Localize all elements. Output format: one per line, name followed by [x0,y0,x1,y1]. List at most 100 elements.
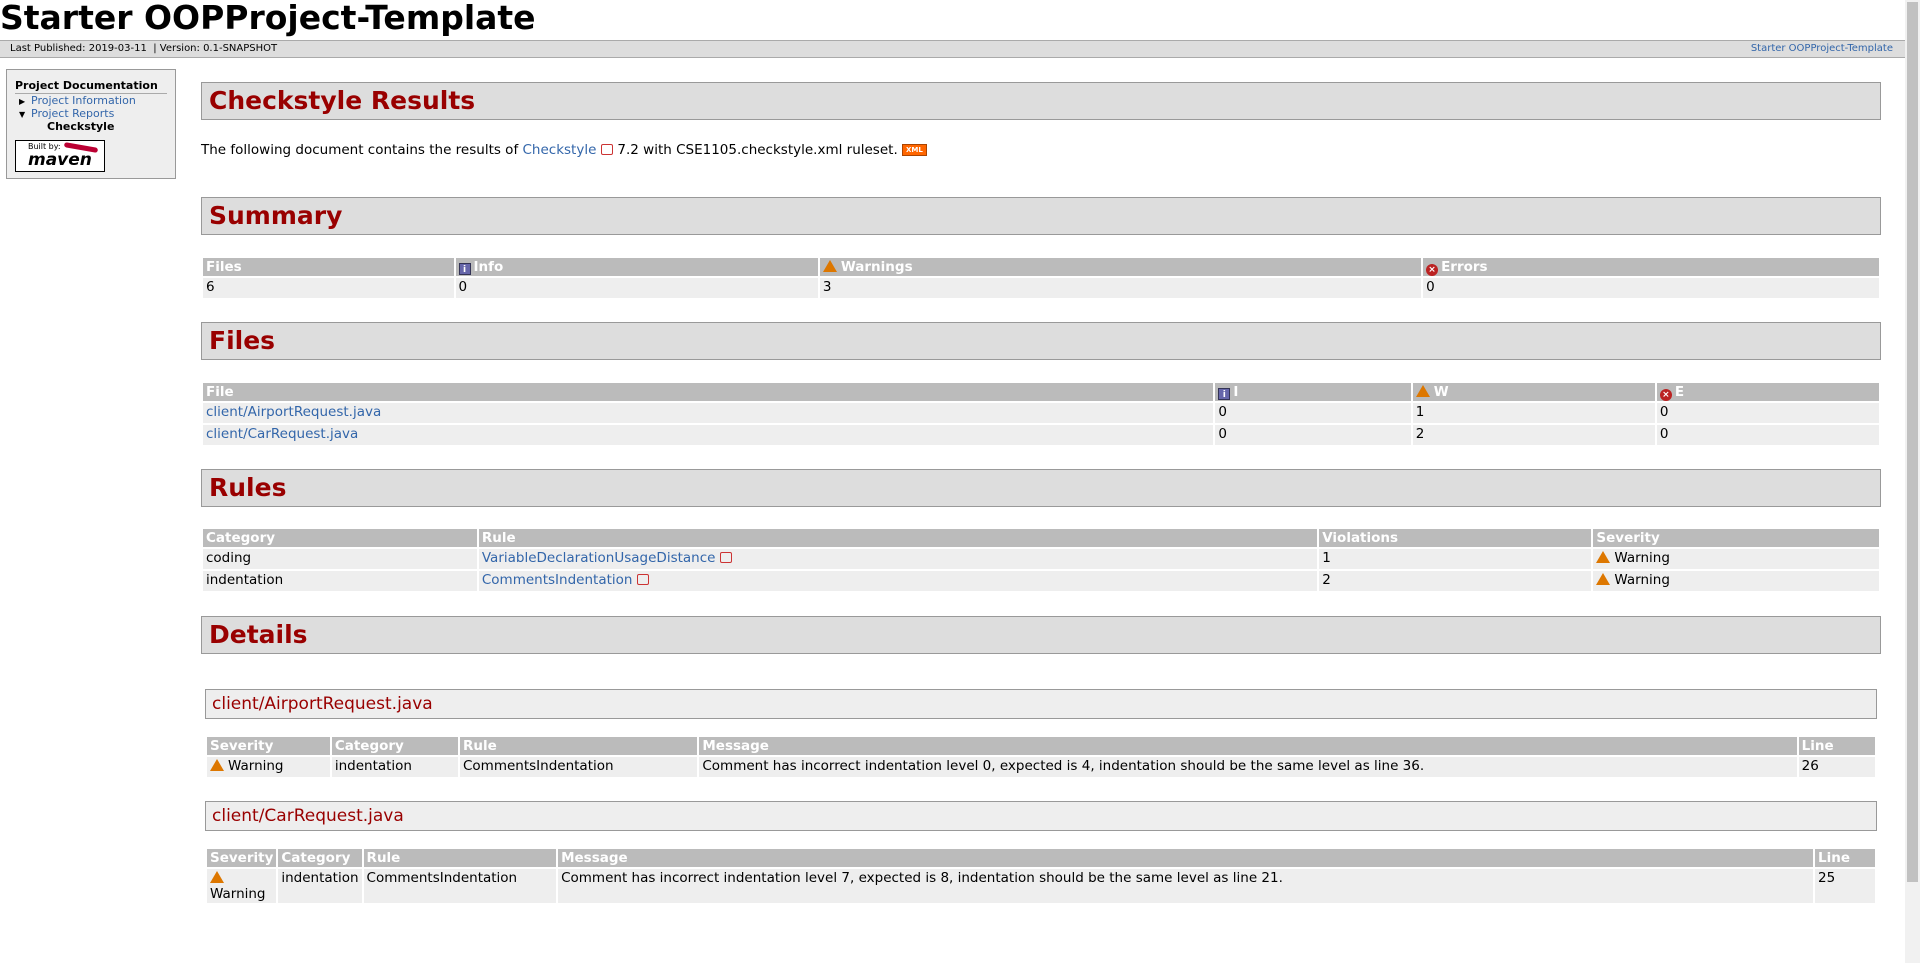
rule-violations: 1 [1319,549,1592,569]
detail-rule: CommentsIndentation [363,869,557,903]
error-icon: × [1659,388,1672,401]
page-title: Checkstyle Results [201,82,1881,120]
summary-header-label: Errors [1441,258,1488,275]
detail-line: 25 [1815,869,1875,903]
details-header-message: Message [558,849,1814,867]
details-header-severity: Severity [207,737,330,755]
file-info-count: 0 [1215,425,1411,445]
breadcrumb: Last Published: 2019-03-11 | Version: 0.… [0,40,1905,58]
table-row: client/AirportRequest.java 0 1 0 [203,403,1879,423]
detail-category: indentation [278,869,362,903]
files-header-warnings: W [1412,383,1655,401]
file-warning-count: 2 [1412,425,1655,445]
collapse-arrow-icon: ▼ [19,110,26,119]
summary-table: Files i Info Warnings × Errors 6 0 3 0 [201,256,1881,300]
details-header-line: Line [1798,737,1875,755]
rule-link[interactable]: CommentsIndentation [482,572,633,588]
rule-category: indentation [203,571,477,591]
detail-message: Comment has incorrect indentation level … [699,757,1797,777]
rule-cell: VariableDeclarationUsageDistance [478,549,1318,569]
warning-icon [1415,385,1430,397]
external-link-icon [637,574,650,585]
rules-table: Category Rule Violations Severity coding… [201,527,1881,593]
publish-info: Last Published: 2019-03-11 | Version: 0.… [10,41,277,57]
file-link-text[interactable]: client/CarRequest.java [206,426,358,442]
vertical-scrollbar[interactable] [1905,0,1920,963]
rules-heading: Rules [201,469,1881,507]
info-icon: i [1218,388,1231,400]
detail-rule: CommentsIndentation [459,757,698,777]
details-header-category: Category [331,737,458,755]
maven-wordmark: maven [28,150,92,170]
scrollbar-thumb[interactable] [1907,2,1918,882]
details-header-line: Line [1815,849,1875,867]
details-header-rule: Rule [363,849,557,867]
summary-warnings-count: 3 [819,278,1422,298]
warning-icon [1596,573,1611,585]
intro-prefix: The following document contains the resu… [201,142,519,158]
rule-link[interactable]: VariableDeclarationUsageDistance [482,550,716,566]
file-link[interactable]: client/AirportRequest.java [203,403,1214,423]
sidebar-item-project-reports[interactable]: ▼ Project Reports [15,107,175,120]
checkstyle-link[interactable]: Checkstyle [523,142,597,158]
last-published: Last Published: 2019-03-11 [10,43,147,54]
project-link[interactable]: Starter OOPProject-Template [1751,41,1893,57]
files-table: File iI W × E client/AirportRequest.java … [201,381,1881,447]
table-row: Warning indentation CommentsIndentation … [207,757,1875,777]
summary-header-label: Info [473,259,504,275]
details-file-section: client/AirportRequest.java Severity Cate… [205,689,1877,779]
intro-text: The following document contains the resu… [201,142,1881,158]
xml-badge-icon[interactable]: XML [902,144,927,156]
detail-message: Comment has incorrect indentation level … [558,869,1814,903]
sidebar: Project Documentation ▶ Project Informat… [6,69,176,179]
main-content: Checkstyle Results The following documen… [201,82,1881,905]
table-row: Warning indentation CommentsIndentation … [207,869,1875,903]
summary-header-info: i Info [455,258,818,276]
severity-label: Warning [1614,572,1670,588]
details-header-message: Message [699,737,1797,755]
built-by-maven-logo[interactable]: Built by: maven [15,140,105,172]
summary-files-count: 6 [203,278,454,298]
info-icon: i [458,263,471,275]
files-header-label: E [1674,383,1685,400]
table-row: 6 0 3 0 [203,278,1879,298]
intro-suffix: 7.2 with CSE1105.checkstyle.xml ruleset. [617,142,898,158]
rule-category: coding [203,549,477,569]
warning-icon [210,871,224,883]
rule-severity: Warning [1593,549,1879,569]
files-header-info: iI [1215,383,1411,401]
file-error-count: 0 [1656,403,1879,423]
table-row: indentation CommentsIndentation 2 Warnin… [203,571,1879,591]
summary-header-files: Files [203,258,454,276]
files-header-label: I [1233,384,1239,400]
file-error-count: 0 [1656,425,1879,445]
file-link[interactable]: client/CarRequest.java [203,425,1214,445]
file-link-text[interactable]: client/AirportRequest.java [206,404,381,420]
details-table: Severity Category Rule Message Line Warn… [205,847,1877,905]
severity-label: Warning [228,758,284,774]
files-heading: Files [201,322,1881,360]
summary-header-label: Warnings [840,259,913,275]
site-title: Starter OOPProject-Template [0,0,536,37]
warning-icon [1596,551,1611,563]
details-table: Severity Category Rule Message Line Warn… [205,735,1877,779]
summary-info-count: 0 [455,278,818,298]
table-row: client/CarRequest.java 0 2 0 [203,425,1879,445]
detail-severity: Warning [207,869,277,903]
rule-severity: Warning [1593,571,1879,591]
rules-header-rule: Rule [478,529,1318,547]
summary-header-errors: × Errors [1423,258,1879,276]
details-file-section: client/CarRequest.java Severity Category… [205,801,1877,905]
table-row: coding VariableDeclarationUsageDistance … [203,549,1879,569]
sidebar-item-project-information[interactable]: ▶ Project Information [15,94,175,107]
detail-category: indentation [331,757,458,777]
details-heading: Details [201,616,1881,654]
file-info-count: 0 [1215,403,1411,423]
rule-cell: CommentsIndentation [478,571,1318,591]
details-header-category: Category [278,849,362,867]
severity-label: Warning [210,886,266,902]
external-link-icon [601,144,614,155]
rules-header-severity: Severity [1593,529,1879,547]
breadcrumb-separator: | [153,43,157,54]
details-file-heading: client/CarRequest.java [205,801,1877,831]
